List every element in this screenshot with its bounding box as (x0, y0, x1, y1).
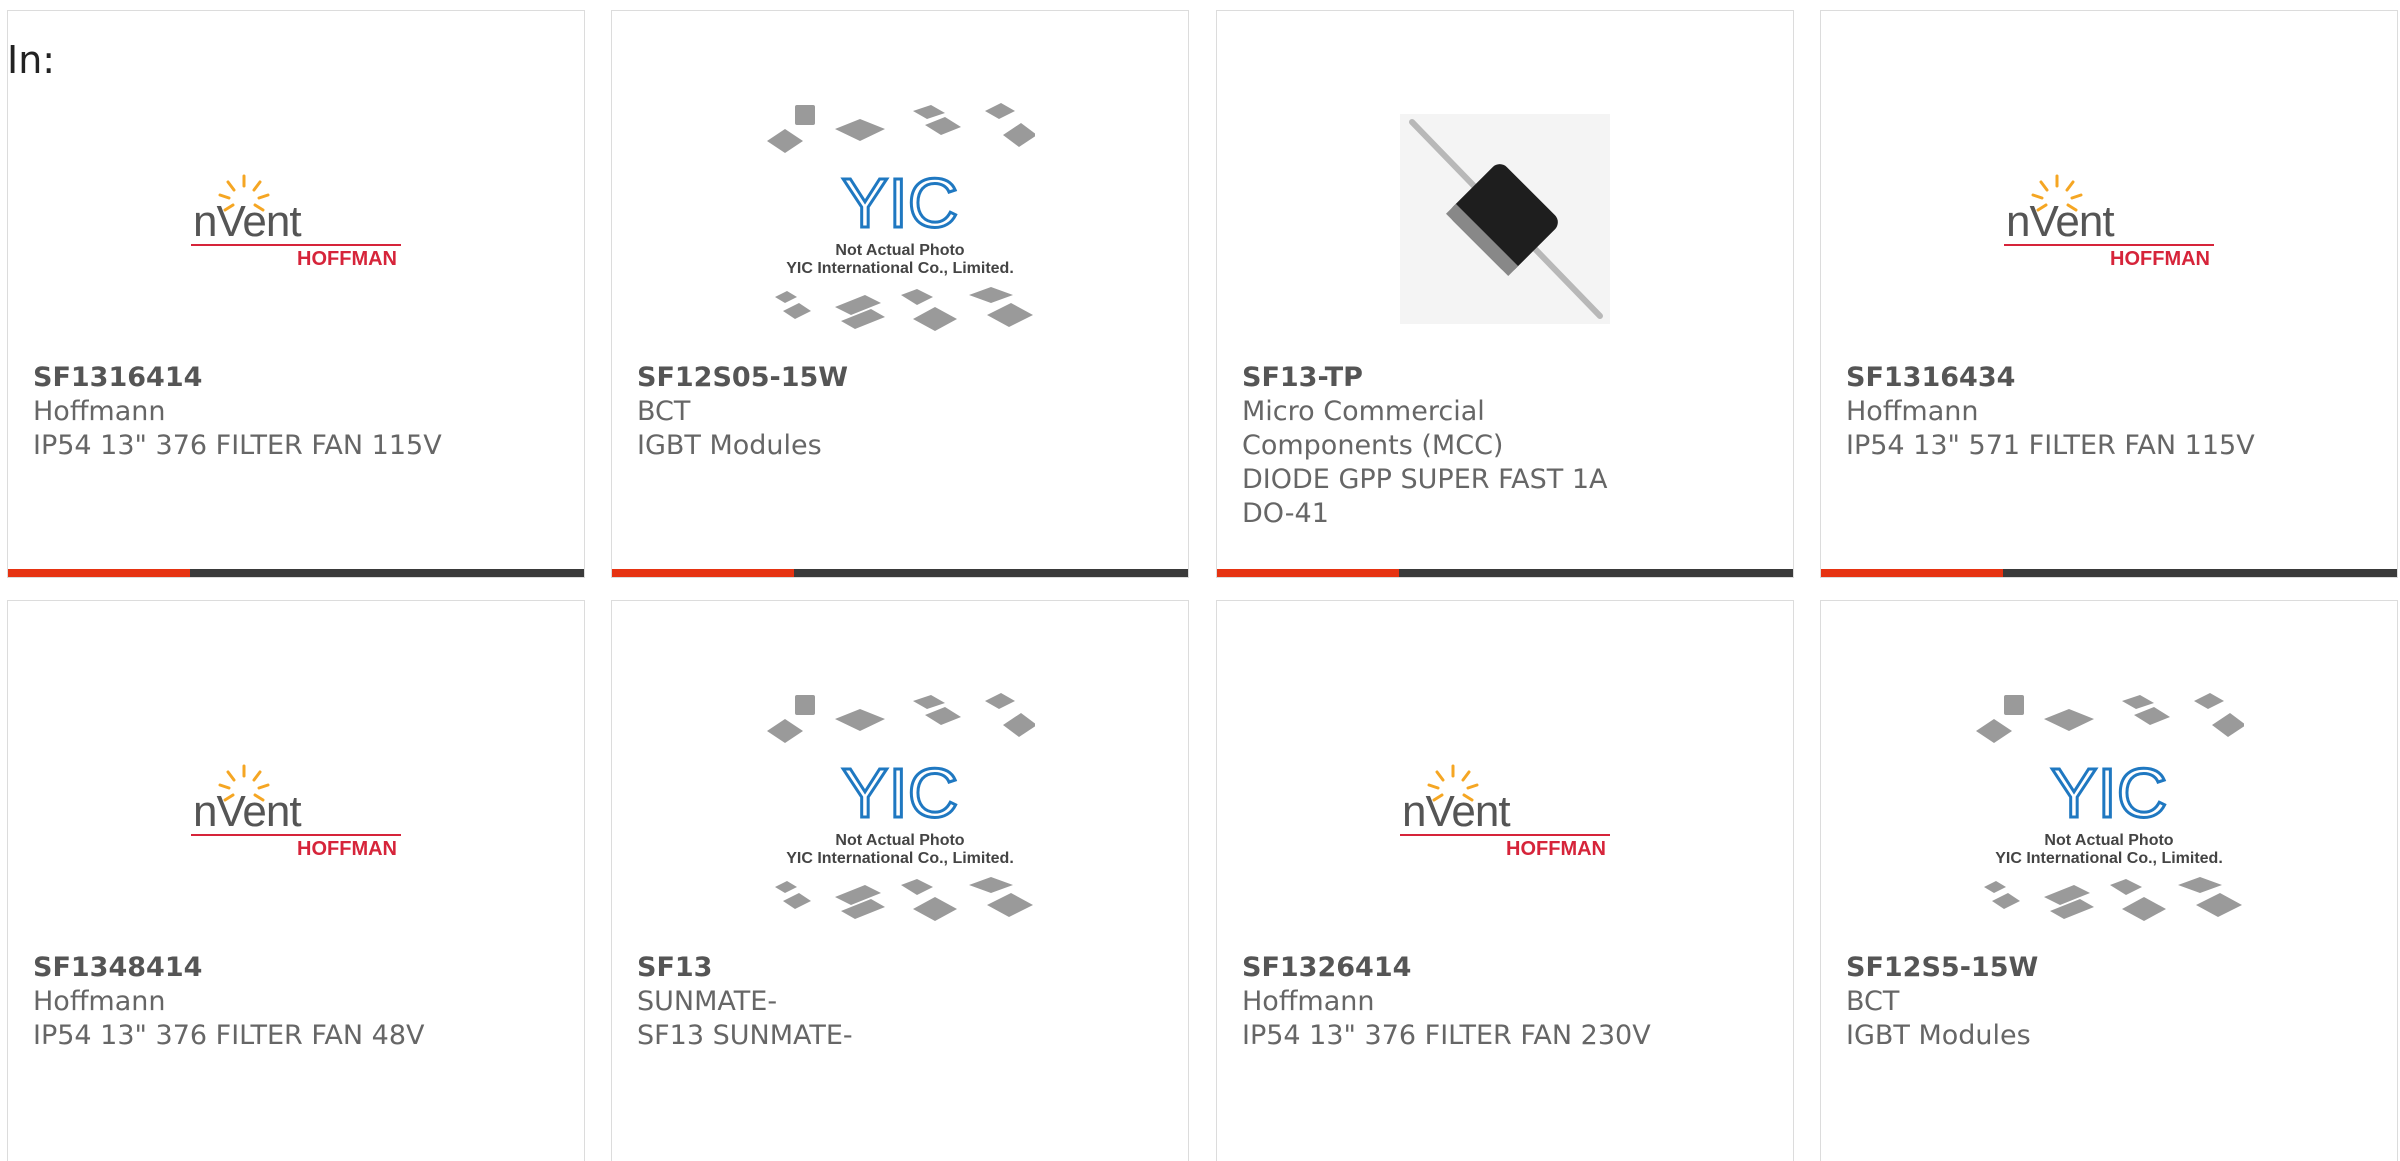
product-grid-page: In: nVent HOFFMAN SF1316414 Hoffmann IP54 … (0, 0, 2400, 1161)
product-card[interactable]: YIC Not Actual Photo YIC International C… (611, 600, 1189, 1161)
chip-cluster-top-icon (1976, 693, 2244, 743)
product-description: IP54 13" 376 FILTER FAN 115V (33, 430, 442, 461)
product-description: SF13 SUNMATE- (637, 1020, 853, 1051)
chip-cluster-bottom-icon (775, 877, 1033, 921)
svg-text:Not Actual Photo: Not Actual Photo (2044, 832, 2173, 849)
product-description: IP54 13" 376 FILTER FAN 230V (1242, 1020, 1651, 1051)
product-thumbnail[interactable]: nVent HOFFMAN (8, 69, 584, 369)
svg-text:YIC: YIC (842, 754, 959, 832)
svg-text:YIC: YIC (2051, 754, 2168, 832)
nvent-hoffman-logo: nVent HOFFMAN (2004, 174, 2214, 270)
card-accent-highlight (612, 569, 794, 577)
product-info: SF13-TP Micro Commercial Components (MCC)… (1242, 361, 1662, 531)
product-description: IP54 13" 376 FILTER FAN 48V (33, 1020, 425, 1051)
manufacturer-name: Hoffmann (1846, 396, 1979, 427)
manufacturer-name: Hoffmann (33, 986, 166, 1017)
card-accent-bar (1821, 569, 2397, 577)
yic-placeholder-image: YIC Not Actual Photo YIC International C… (767, 103, 1035, 331)
svg-text:YIC International Co., Limited: YIC International Co., Limited. (786, 260, 1014, 277)
part-number-link[interactable]: SF13-TP (1242, 361, 1662, 395)
svg-text:HOFFMAN: HOFFMAN (1506, 838, 1606, 860)
filter-in-label: In: (7, 38, 56, 82)
manufacturer-name: Hoffmann (33, 396, 166, 427)
part-number-link[interactable]: SF1326414 (1242, 951, 1662, 985)
card-accent-highlight (1217, 569, 1399, 577)
product-card[interactable]: nVent HOFFMAN SF1316434 Hoffmann IP54 13" … (1820, 10, 2398, 578)
product-thumbnail[interactable]: nVent HOFFMAN (1217, 659, 1793, 959)
product-info: SF12S05-15W BCT IGBT Modules (637, 361, 1057, 463)
product-info: SF12S5-15W BCT IGBT Modules (1846, 951, 2266, 1053)
svg-text:Not Actual Photo: Not Actual Photo (835, 242, 964, 259)
part-number-link[interactable]: SF12S05-15W (637, 361, 1057, 395)
manufacturer-name: Hoffmann (1242, 986, 1375, 1017)
product-card[interactable]: nVent HOFFMAN SF1326414 Hoffmann IP54 13" … (1216, 600, 1794, 1161)
product-card[interactable]: nVent HOFFMAN SF1348414 Hoffmann IP54 13" … (7, 600, 585, 1161)
product-thumbnail[interactable]: YIC Not Actual Photo YIC International C… (612, 69, 1188, 369)
chip-cluster-top-icon (767, 103, 1035, 153)
card-accent-highlight (8, 569, 190, 577)
card-accent-bar (612, 569, 1188, 577)
product-info: SF1348414 Hoffmann IP54 13" 376 FILTER FAN… (33, 951, 453, 1053)
chip-cluster-bottom-icon (1984, 877, 2242, 921)
svg-text:YIC: YIC (842, 164, 959, 242)
svg-text:nVent: nVent (1402, 787, 1510, 836)
svg-text:nVent: nVent (2006, 197, 2114, 246)
nvent-hoffman-logo: nVent HOFFMAN (1400, 764, 1610, 860)
nvent-hoffman-logo: nVent HOFFMAN (191, 174, 401, 270)
product-card[interactable]: SF13-TP Micro Commercial Components (MCC)… (1216, 10, 1794, 578)
product-description: IP54 13" 571 FILTER FAN 115V (1846, 430, 2255, 461)
manufacturer-name: SUNMATE- (637, 986, 778, 1017)
card-accent-bar (1217, 569, 1793, 577)
product-thumbnail[interactable] (1217, 69, 1793, 369)
product-thumbnail[interactable]: YIC Not Actual Photo YIC International C… (1821, 659, 2397, 959)
product-description: IGBT Modules (637, 430, 822, 461)
card-accent-bar (8, 569, 584, 577)
product-description: IGBT Modules (1846, 1020, 2031, 1051)
manufacturer-name: BCT (1846, 986, 1900, 1017)
product-thumbnail[interactable]: nVent HOFFMAN (1821, 69, 2397, 369)
part-number-link[interactable]: SF1316414 (33, 361, 453, 395)
manufacturer-name: BCT (637, 396, 691, 427)
product-info: SF1326414 Hoffmann IP54 13" 376 FILTER FAN… (1242, 951, 1662, 1053)
yic-placeholder-image: YIC Not Actual Photo YIC International C… (767, 693, 1035, 921)
svg-text:nVent: nVent (193, 787, 301, 836)
svg-text:nVent: nVent (193, 197, 301, 246)
chip-cluster-bottom-icon (775, 287, 1033, 331)
product-thumbnail[interactable]: YIC Not Actual Photo YIC International C… (612, 659, 1188, 959)
svg-text:HOFFMAN: HOFFMAN (297, 248, 397, 270)
product-description: DIODE GPP SUPER FAST 1A DO-41 (1242, 464, 1608, 529)
manufacturer-name: Micro Commercial Components (MCC) (1242, 396, 1504, 461)
nvent-hoffman-logo: nVent HOFFMAN (191, 764, 401, 860)
product-info: SF1316414 Hoffmann IP54 13" 376 FILTER FAN… (33, 361, 453, 463)
part-number-link[interactable]: SF1316434 (1846, 361, 2266, 395)
card-accent-highlight (1821, 569, 2003, 577)
product-thumbnail[interactable]: nVent HOFFMAN (8, 659, 584, 959)
product-info: SF1316434 Hoffmann IP54 13" 571 FILTER FAN… (1846, 361, 2266, 463)
svg-text:YIC International Co., Limited: YIC International Co., Limited. (786, 850, 1014, 867)
product-info: SF13 SUNMATE- SF13 SUNMATE- (637, 951, 1057, 1053)
yic-placeholder-image: YIC Not Actual Photo YIC International C… (1976, 693, 2244, 921)
part-number-link[interactable]: SF1348414 (33, 951, 453, 985)
part-number-link[interactable]: SF12S5-15W (1846, 951, 2266, 985)
chip-cluster-top-icon (767, 693, 1035, 743)
part-number-link[interactable]: SF13 (637, 951, 1057, 985)
product-card[interactable]: YIC Not Actual Photo YIC International C… (1820, 600, 2398, 1161)
diode-photo (1400, 114, 1610, 324)
svg-text:HOFFMAN: HOFFMAN (297, 838, 397, 860)
svg-text:Not Actual Photo: Not Actual Photo (835, 832, 964, 849)
product-card[interactable]: YIC Not Actual Photo YIC International C… (611, 10, 1189, 578)
product-card[interactable]: nVent HOFFMAN SF1316414 Hoffmann IP54 13" … (7, 10, 585, 578)
svg-text:YIC International Co., Limited: YIC International Co., Limited. (1995, 850, 2223, 867)
svg-text:HOFFMAN: HOFFMAN (2110, 248, 2210, 270)
